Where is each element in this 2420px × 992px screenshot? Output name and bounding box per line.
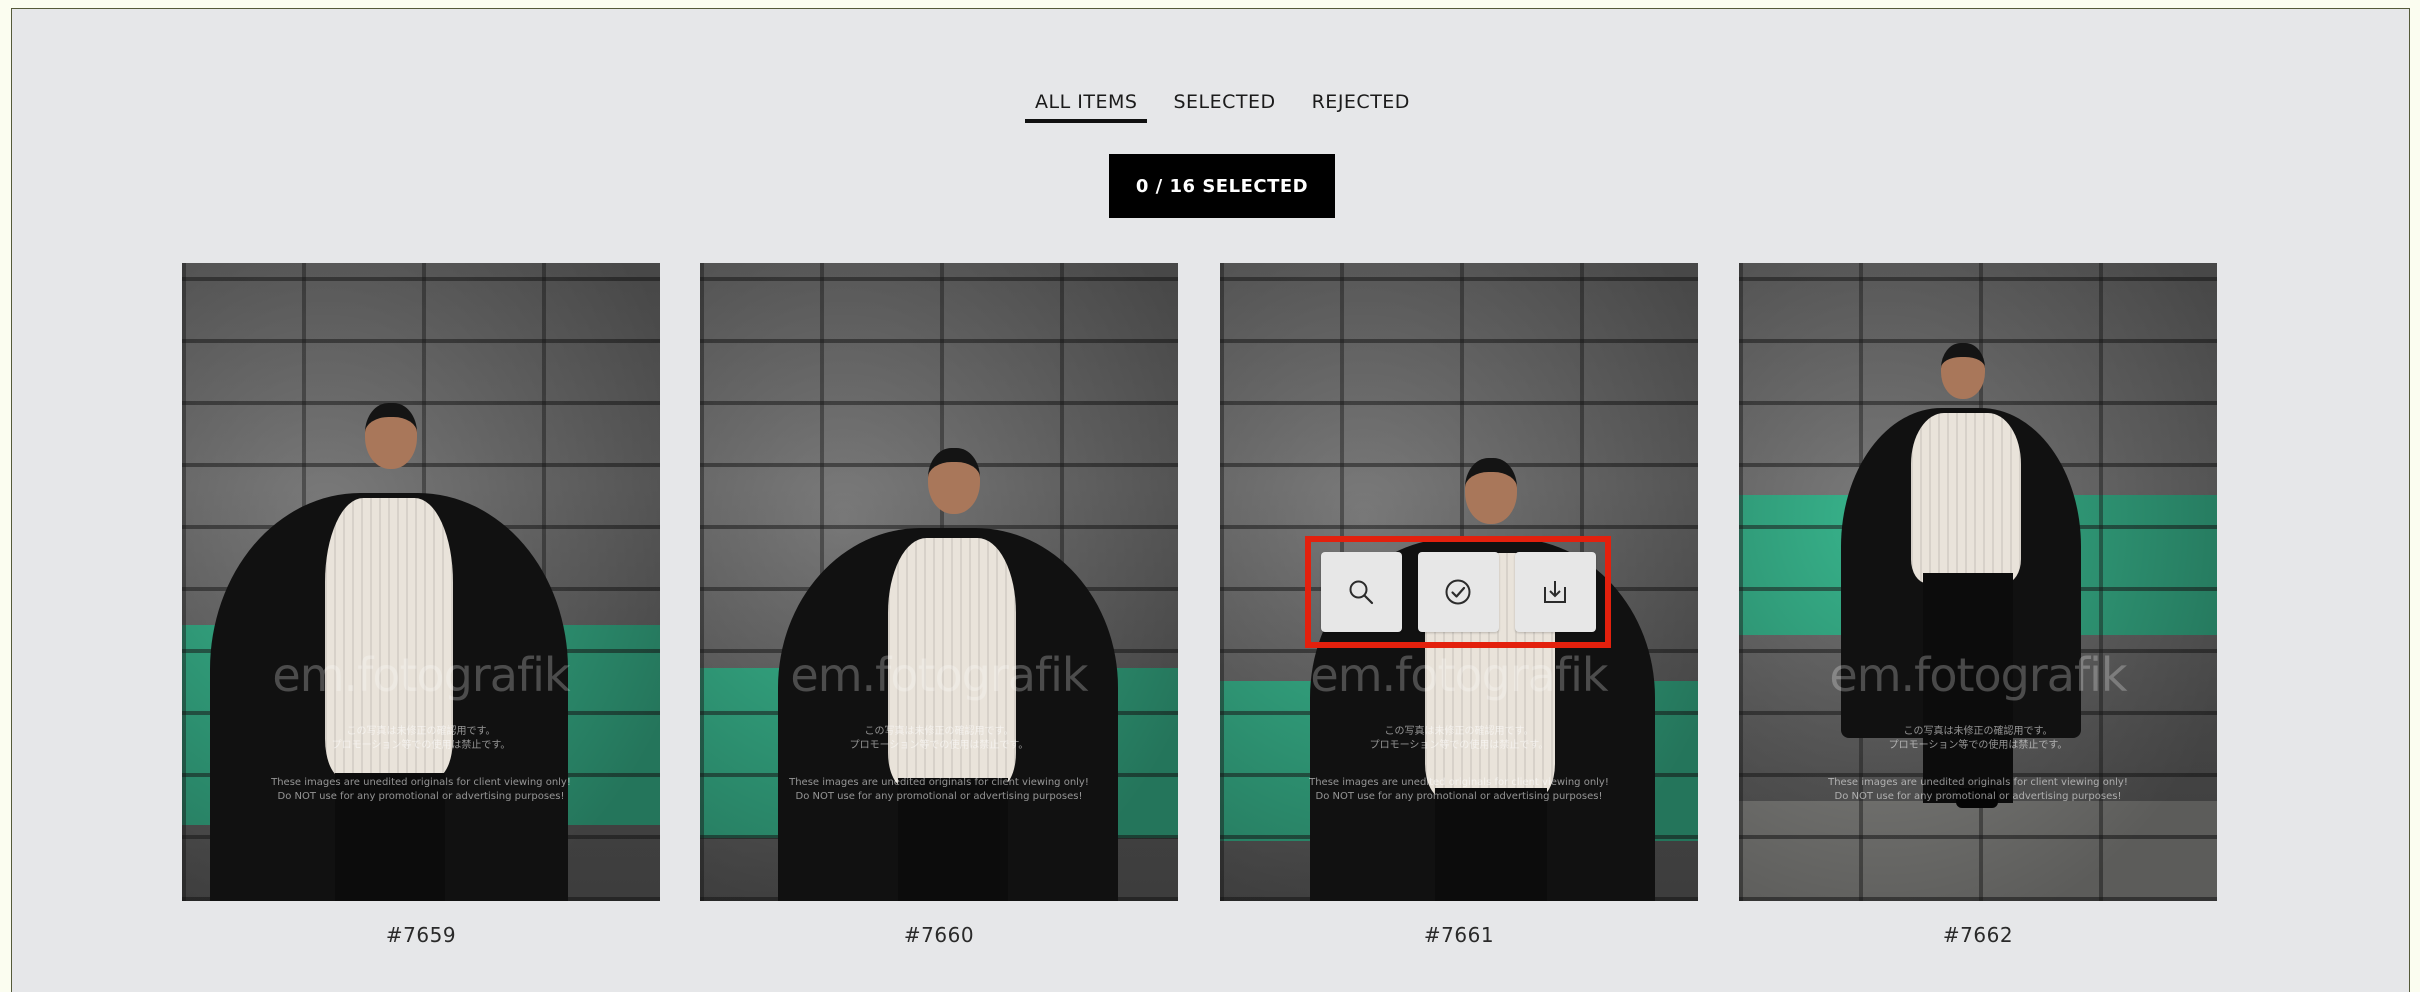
- tab-selected[interactable]: SELECTED: [1163, 83, 1285, 123]
- watermark-brand: em.fotografik: [272, 648, 570, 702]
- watermark-en-1: These images are unedited originals for …: [1309, 777, 1609, 788]
- selection-counter: 0 / 16 SELECTED: [1109, 154, 1335, 218]
- watermark-en-1: These images are unedited originals for …: [1828, 777, 2128, 788]
- photo-thumbnail[interactable]: em.fotografik この写真は未修正の確認用です。 プロモーション等での…: [1739, 263, 2217, 901]
- check-circle-icon: [1445, 579, 1471, 605]
- watermark-brand: em.fotografik: [1310, 648, 1608, 702]
- watermark-jp-1: この写真は未修正の確認用です。: [1903, 726, 2053, 737]
- watermark-jp-1: この写真は未修正の確認用です。: [346, 726, 496, 737]
- photo-thumbnail[interactable]: em.fotografik この写真は未修正の確認用です。 プロモーション等での…: [182, 263, 660, 901]
- tab-rejected[interactable]: REJECTED: [1302, 83, 1420, 123]
- watermark-jp-1: この写真は未修正の確認用です。: [1384, 726, 1534, 737]
- watermark-en-1: These images are unedited originals for …: [271, 777, 571, 788]
- watermark-jp-2: プロモーション等での使用は禁止です。: [331, 740, 511, 751]
- watermark-en-1: These images are unedited originals for …: [789, 777, 1089, 788]
- download-icon: [1544, 581, 1566, 603]
- photo-number-label: #7659: [385, 923, 457, 947]
- watermark-en-2: Do NOT use for any promotional or advert…: [795, 791, 1083, 802]
- watermark-jp-2: プロモーション等での使用は禁止です。: [849, 740, 1029, 751]
- photo-number-label: #7661: [1423, 923, 1495, 947]
- photo-card: em.fotografik この写真は未修正の確認用です。 プロモーション等での…: [1220, 263, 1698, 947]
- photo-card: em.fotografik この写真は未修正の確認用です。 プロモーション等での…: [182, 263, 660, 947]
- photo-action-toolbar: [1305, 536, 1611, 648]
- zoom-button[interactable]: [1320, 552, 1402, 632]
- watermark-jp-2: プロモーション等での使用は禁止です。: [1888, 740, 2068, 751]
- photo-card: em.fotografik この写真は未修正の確認用です。 プロモーション等での…: [1739, 263, 2217, 947]
- select-button[interactable]: [1417, 552, 1499, 632]
- watermark-jp-2: プロモーション等での使用は禁止です。: [1369, 740, 1549, 751]
- watermark-brand: em.fotografik: [790, 648, 1088, 702]
- photo-card: em.fotografik この写真は未修正の確認用です。 プロモーション等での…: [700, 263, 1178, 947]
- gallery-page: ALL ITEMS SELECTED REJECTED 0 / 16 SELEC…: [11, 8, 2410, 992]
- filter-tabs: ALL ITEMS SELECTED REJECTED: [12, 83, 2409, 123]
- photo-number-label: #7662: [1942, 923, 2014, 947]
- watermark-jp-1: この写真は未修正の確認用です。: [864, 726, 1014, 737]
- photo-number-label: #7660: [903, 923, 975, 947]
- search-icon: [1349, 580, 1374, 605]
- watermark-brand: em.fotografik: [1829, 648, 2127, 702]
- photo-thumbnail[interactable]: em.fotografik この写真は未修正の確認用です。 プロモーション等での…: [700, 263, 1178, 901]
- watermark-en-2: Do NOT use for any promotional or advert…: [1315, 791, 1603, 802]
- watermark-en-2: Do NOT use for any promotional or advert…: [277, 791, 565, 802]
- download-button[interactable]: [1514, 552, 1596, 632]
- photo-thumbnail[interactable]: em.fotografik この写真は未修正の確認用です。 プロモーション等での…: [1220, 263, 1698, 901]
- watermark-en-2: Do NOT use for any promotional or advert…: [1834, 791, 2122, 802]
- tab-all-items[interactable]: ALL ITEMS: [1025, 83, 1148, 123]
